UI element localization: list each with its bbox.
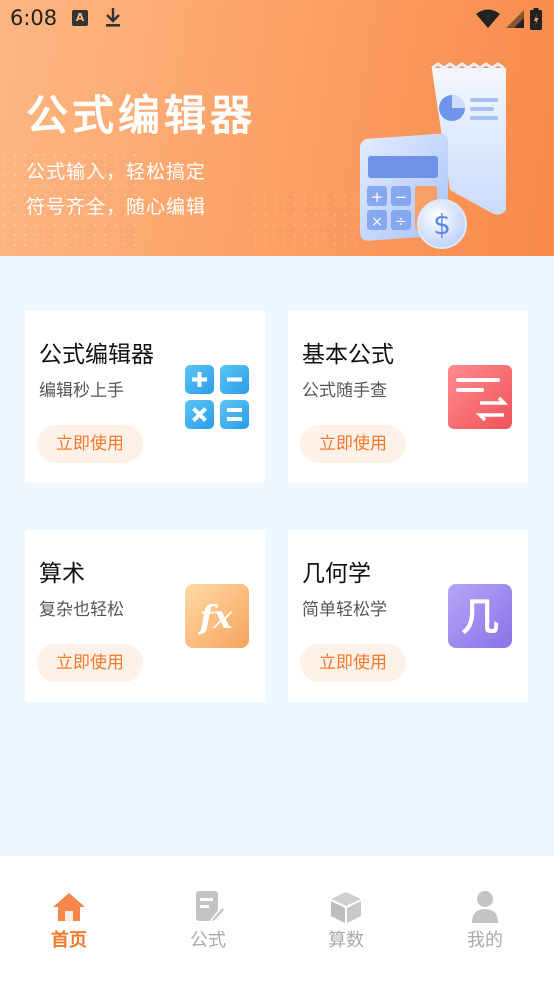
tab-formula-label: 公式 [190, 930, 226, 951]
card-subtitle: 简单轻松学 [302, 600, 387, 620]
battery-icon [530, 8, 542, 34]
card-title: 算术 [39, 561, 85, 587]
tab-arithmetic[interactable]: 算数 [306, 890, 386, 952]
svg-text:$: $ [433, 208, 451, 241]
hero-banner: 6:08 A 公式编辑器 公式输入，轻松搞定 符号齐全，随心编辑 + − × ÷… [0, 0, 554, 256]
app-notification-icon: A [72, 10, 88, 26]
svg-text:×: × [371, 214, 383, 230]
signal-icon [506, 10, 524, 32]
svg-text:+: + [371, 188, 384, 206]
download-icon [104, 6, 122, 32]
card-title: 基本公式 [302, 342, 394, 368]
wifi-icon [476, 9, 500, 33]
card-subtitle: 编辑秒上手 [39, 381, 124, 401]
bottom-navigation: 首页 公式 算数 我的 [0, 856, 554, 984]
card-geometry[interactable]: 几何学 简单轻松学 立即使用 几 [288, 530, 528, 702]
cube-icon [328, 890, 364, 924]
card-basic-formulas[interactable]: 基本公式 公式随手查 立即使用 [288, 311, 528, 483]
status-time: 6:08 [10, 6, 58, 30]
fx-icon-text: fx [198, 598, 234, 636]
tab-formula[interactable]: 公式 [168, 890, 248, 952]
card-arithmetic[interactable]: 算术 复杂也轻松 立即使用 fx [25, 530, 265, 702]
card-subtitle: 复杂也轻松 [39, 600, 124, 620]
svg-text:÷: ÷ [395, 214, 407, 230]
tab-home-label: 首页 [51, 930, 87, 951]
hero-subtitle-1: 公式输入，轻松搞定 [26, 161, 207, 183]
card-title: 几何学 [302, 561, 371, 587]
use-now-button[interactable]: 立即使用 [300, 644, 406, 682]
card-subtitle: 公式随手查 [302, 381, 387, 401]
status-bar: 6:08 A [0, 0, 554, 40]
geometry-icon: 几 [448, 584, 512, 648]
tab-arithmetic-label: 算数 [328, 930, 364, 951]
hero-dot-pattern [250, 190, 360, 250]
use-now-button[interactable]: 立即使用 [300, 425, 406, 463]
svg-text:−: − [395, 188, 408, 206]
user-icon [467, 890, 503, 924]
formula-list-icon [448, 365, 512, 429]
card-formula-editor[interactable]: 公式编辑器 编辑秒上手 立即使用 [25, 311, 265, 483]
hero-subtitle-2: 符号齐全，随心编辑 [26, 196, 207, 218]
use-now-button[interactable]: 立即使用 [37, 644, 143, 682]
calculator-ops-icon [185, 365, 249, 429]
calculator-illustration: + − × ÷ $ [350, 60, 550, 256]
hero-title: 公式编辑器 [26, 91, 257, 140]
home-icon [51, 890, 87, 924]
tab-home[interactable]: 首页 [29, 890, 109, 952]
geometry-icon-text: 几 [461, 595, 499, 639]
tab-mine-label: 我的 [467, 930, 503, 951]
fx-icon: fx [185, 584, 249, 648]
card-title: 公式编辑器 [39, 342, 154, 368]
use-now-button[interactable]: 立即使用 [37, 425, 143, 463]
tab-mine[interactable]: 我的 [445, 890, 525, 952]
formula-doc-icon [190, 890, 227, 924]
